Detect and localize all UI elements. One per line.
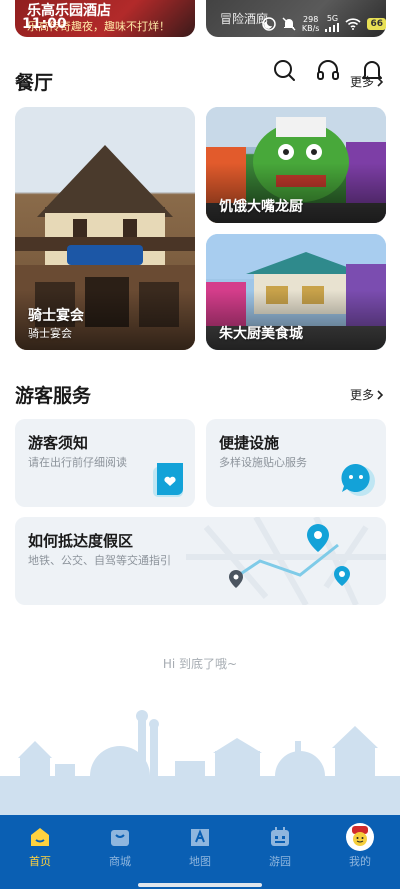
end-of-list-text: Hi 到底了哦~ [162,657,238,671]
service-card-title: 如何抵达度假区 [28,532,134,550]
notice-icon [153,463,183,497]
restaurant-name: 饥饿大嘴龙厨 [219,199,303,215]
service-card-title: 便捷设施 [219,434,280,452]
chevron-right-icon [377,389,384,400]
tab-park[interactable]: 游园 [240,815,320,877]
map-route-icon [229,524,350,588]
services-more-link[interactable]: 更多 [350,386,384,403]
signal-5g: 5G [325,14,340,34]
home-indicator [138,883,262,887]
tab-label: 地图 [189,855,211,868]
shopping-bag-icon [111,830,129,846]
map-icon [191,829,209,846]
service-card-subtitle: 请在出行前仔细阅读 [28,456,127,469]
services-section-title: 游客服务 [15,385,92,407]
restaurant-more-link[interactable]: 更多 [350,73,384,90]
restaurant-name: 骑士宴会 [28,308,84,324]
tab-label: 商城 [109,855,131,868]
tab-label: 我的 [349,855,371,868]
chevron-right-icon [377,76,384,87]
network-speed: 298 KB/s [301,15,320,33]
service-card-subtitle: 多样设施贴心服务 [219,456,307,469]
restaurant-card-hungry-dragon[interactable]: 饥饿大嘴龙厨 [206,107,386,223]
tab-home[interactable]: 首页 [0,815,80,877]
restaurant-name: 朱大厨美食城 [219,326,303,342]
service-card-title: 游客须知 [28,434,89,452]
status-time: 11:00 [22,16,67,32]
service-card-visitor-notice[interactable]: 游客须知 请在出行前仔细阅读 [15,419,195,507]
park-skyline-illustration [0,710,400,816]
avatar-icon [346,823,374,851]
service-card-directions[interactable]: 如何抵达度假区 地铁、公交、自驾等交通指引 [15,517,386,605]
tab-mine[interactable]: 我的 [320,815,400,877]
lounge-card-title: 冒险酒廊 [220,12,269,26]
restaurant-card-chef-food-court[interactable]: 朱大厨美食城 [206,234,386,350]
wifi-icon [345,18,362,30]
bottom-tab-bar: 首页 商城 地图 游园 我的 [0,815,400,889]
calendar-icon [271,827,289,846]
home-icon [31,828,49,846]
mute-icon [282,17,296,31]
tab-label: 首页 [29,855,51,868]
restaurant-section-title: 餐厅 [15,72,54,94]
restaurant-card-knight-banquet[interactable]: 骑士宴会 骑士宴会 [15,107,195,350]
search-icon[interactable] [271,57,297,83]
tab-shop[interactable]: 商城 [80,815,160,877]
tab-map[interactable]: 地图 [160,815,240,877]
service-card-subtitle: 地铁、公交、自驾等交通指引 [28,554,171,567]
battery-indicator: 66 [367,18,386,30]
status-bar-icons: 298 KB/s 5G 66 [262,14,386,34]
signal-icon [325,23,340,32]
chat-icon [341,463,375,496]
service-card-facilities[interactable]: 便捷设施 多样设施贴心服务 [206,419,386,507]
headphones-icon[interactable] [315,57,341,83]
tab-label: 游园 [269,855,291,868]
dnd-icon [262,17,276,31]
restaurant-subtitle: 骑士宴会 [28,327,72,340]
